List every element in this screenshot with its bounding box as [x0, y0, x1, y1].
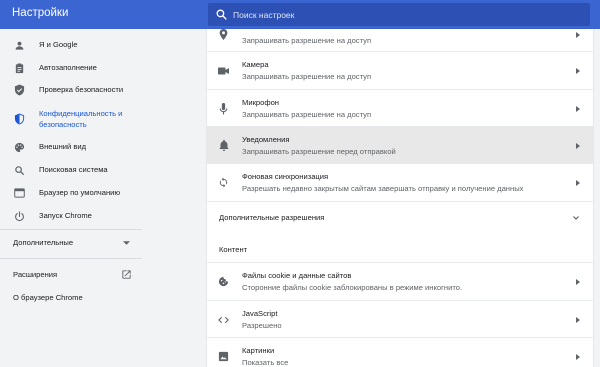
arrow-right-icon — [574, 316, 582, 324]
row-title: Микрофон — [242, 98, 280, 107]
site-setting-row-microphone[interactable]: Микрофон Запрашивать разрешение на досту… — [207, 89, 593, 126]
site-setting-row-location[interactable]: Запрашивать разрешение на доступ — [207, 29, 593, 51]
sidebar-divider — [0, 229, 142, 230]
shield-icon — [13, 113, 25, 125]
search-icon — [13, 164, 25, 176]
arrow-right-icon — [574, 67, 582, 75]
row-subtitle: Показать все — [242, 358, 289, 367]
site-setting-row-cookies[interactable]: Файлы cookie и данные сайтов Сторонние ф… — [207, 262, 593, 300]
sidebar-item-label: Браузер по умолчанию — [39, 188, 121, 197]
location-icon — [217, 28, 230, 41]
sidebar-item-you-and-google[interactable]: Я и Google — [0, 34, 142, 56]
sidebar-item-on-startup[interactable]: Запуск Chrome — [0, 205, 142, 227]
sidebar-item-search-engine[interactable]: Поисковая система — [0, 159, 142, 181]
external-link-icon — [122, 270, 131, 279]
caret-down-icon — [123, 241, 130, 245]
sync-icon — [217, 176, 230, 189]
app-title: Настройки — [12, 7, 69, 19]
extensions-label: Расширения — [13, 270, 58, 279]
sidebar: Я и Google Автозаполнение Проверка безоп… — [0, 29, 142, 367]
sidebar-item-label: Запуск Chrome — [39, 211, 92, 220]
browser-icon — [13, 187, 25, 199]
sidebar-item-label: Внешний вид — [39, 142, 87, 151]
sidebar-item-label-line2: безопасность — [39, 120, 87, 129]
row-title: Камера — [242, 60, 269, 69]
arrow-right-icon — [574, 105, 582, 113]
sidebar-item-label: Проверка безопасности — [39, 85, 124, 94]
site-setting-row-camera[interactable]: Камера Запрашивать разрешение на доступ — [207, 51, 593, 89]
sidebar-item-autofill[interactable]: Автозаполнение — [0, 57, 142, 79]
sidebar-item-safety-check[interactable]: Проверка безопасности — [0, 79, 142, 101]
sidebar-item-label: Поисковая система — [39, 165, 108, 174]
site-setting-row-background-sync[interactable]: Фоновая синхронизация Разрешать недавно … — [207, 163, 593, 201]
app-header: Настройки — [0, 0, 600, 29]
row-subtitle: Запрашивать разрешение на доступ — [242, 36, 372, 45]
row-subtitle: Запрашивать разрешение на доступ — [242, 110, 372, 119]
sidebar-item-about-chrome[interactable]: О браузере Chrome — [0, 287, 142, 309]
row-title: Файлы cookie и данные сайтов — [242, 271, 352, 280]
palette-icon — [13, 141, 25, 153]
sidebar-item-label: Я и Google — [39, 40, 78, 49]
sidebar-divider — [0, 258, 142, 259]
advanced-label: Дополнительные — [13, 238, 74, 247]
arrow-right-icon — [574, 353, 582, 361]
row-title: Уведомления — [242, 135, 290, 144]
chevron-down-icon — [573, 216, 579, 220]
sidebar-item-label: Автозаполнение — [39, 63, 97, 72]
row-subtitle: Разрешено — [242, 321, 282, 330]
arrow-right-icon — [574, 179, 582, 187]
search-input[interactable] — [232, 3, 582, 26]
sidebar-item-appearance[interactable]: Внешний вид — [0, 136, 142, 158]
sidebar-advanced-toggle[interactable]: Дополнительные — [0, 232, 142, 254]
row-title: Фоновая синхронизация — [242, 172, 329, 181]
image-icon — [217, 350, 230, 363]
person-icon — [13, 39, 25, 51]
search-box[interactable] — [208, 3, 590, 26]
row-subtitle: Разрешать недавно закрытым сайтам заверш… — [242, 184, 524, 193]
row-title: Картинки — [242, 346, 275, 355]
row-subtitle: Запрашивать разрешение на доступ — [242, 72, 372, 81]
power-icon — [13, 210, 25, 222]
content-section-title: Контент — [219, 245, 248, 254]
row-title: JavaScript — [242, 309, 278, 318]
camera-icon — [217, 64, 230, 77]
sidebar-item-privacy-security[interactable]: Конфиденциальность и безопасность — [0, 104, 142, 134]
arrow-right-icon — [574, 142, 582, 150]
code-icon — [217, 313, 230, 326]
search-icon — [216, 9, 227, 20]
cookie-icon — [217, 275, 230, 288]
additional-permissions-label: Дополнительные разрешения — [219, 213, 325, 222]
additional-permissions-toggle[interactable]: Дополнительные разрешения — [207, 201, 593, 234]
arrow-right-icon — [574, 31, 582, 39]
sidebar-item-default-browser[interactable]: Браузер по умолчанию — [0, 182, 142, 204]
microphone-icon — [217, 102, 230, 115]
site-setting-row-notifications[interactable]: Уведомления Запрашивать разрешение перед… — [207, 126, 593, 163]
shield-check-icon — [13, 84, 25, 96]
site-setting-row-javascript[interactable]: JavaScript Разрешено — [207, 300, 593, 337]
sidebar-item-extensions[interactable]: Расширения — [0, 264, 142, 286]
clipboard-icon — [13, 62, 25, 74]
about-label: О браузере Chrome — [13, 293, 83, 302]
row-subtitle: Сторонние файлы cookie заблокированы в р… — [242, 283, 463, 292]
arrow-right-icon — [574, 278, 582, 286]
bell-icon — [217, 139, 230, 152]
settings-card: Запрашивать разрешение на доступ Камера … — [207, 29, 593, 367]
site-setting-row-images[interactable]: Картинки Показать все — [207, 337, 593, 367]
row-subtitle: Запрашивать разрешение перед отправкой — [242, 147, 396, 156]
